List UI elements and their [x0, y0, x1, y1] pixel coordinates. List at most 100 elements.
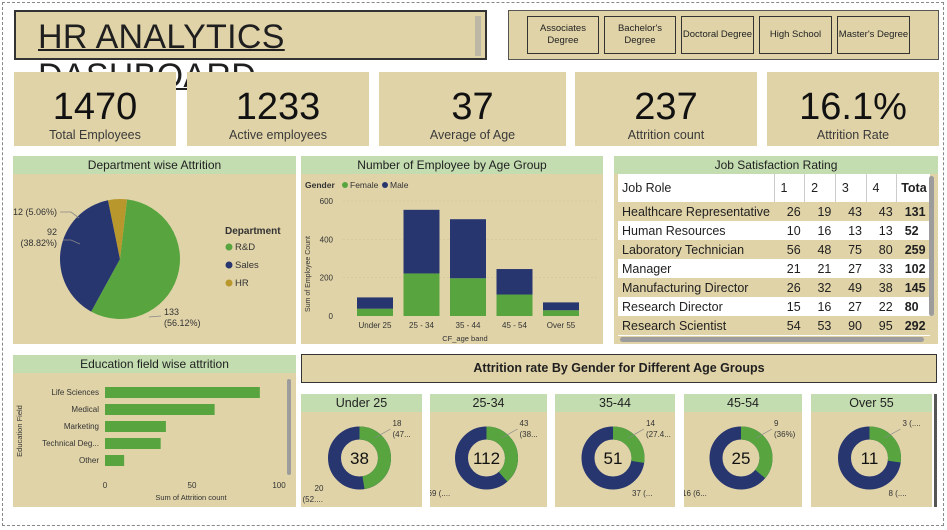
pie-label-sales-value: 92 [47, 227, 57, 237]
edu-bar-1[interactable] [105, 404, 215, 415]
cell-total: 145 [896, 278, 930, 297]
edu-bar-2[interactable] [105, 421, 166, 432]
age-x-tick: 45 - 54 [502, 321, 527, 330]
bar-male-0[interactable] [357, 297, 393, 309]
col-header-2[interactable]: 2 [804, 174, 836, 202]
donut-female-label: 9 [774, 419, 779, 428]
donut-total: 112 [473, 449, 500, 468]
age-y-tick: 0 [329, 312, 334, 321]
donut-card-title: Under 25 [301, 394, 422, 412]
legend-label-sales: Sales [235, 260, 259, 271]
donut-female-pct: (27.4... [646, 430, 671, 439]
leader-line-hr [60, 211, 80, 219]
kpi-value: 1233 [235, 86, 321, 128]
slicer-masters-degree[interactable]: Master's Degree [837, 16, 910, 54]
kpi-total-employees: 1470 Total Employees [14, 72, 176, 146]
edu-category-label: Technical Deg... [42, 439, 99, 448]
cell-rating-4: 38 [866, 278, 897, 297]
slicer-bachelors-degree[interactable]: Bachelor's Degree [604, 16, 676, 54]
kpi-average-age: 37 Average of Age [379, 72, 566, 146]
edu-x-axis-label: Sum of Attrition count [155, 493, 227, 502]
col-header-3[interactable]: 3 [834, 174, 867, 202]
legend-label-male: Male [390, 180, 409, 190]
donut-total: 25 [732, 449, 751, 468]
bar-female-1[interactable] [403, 273, 440, 316]
edu-x-tick: 50 [188, 481, 197, 490]
cell-rating-1: 15 [774, 297, 805, 316]
bar-female-4[interactable] [543, 310, 579, 316]
age-x-axis-label: CF_age band [442, 334, 487, 343]
col-header-job-role[interactable]: Job Role [618, 174, 774, 202]
age-y-tick: 200 [320, 274, 334, 283]
table-row: Human Resources 10 16 13 13 52 [618, 221, 930, 240]
bar-female-0[interactable] [357, 308, 393, 316]
cell-rating-2: 16 [804, 297, 836, 316]
donut-male-label: 8 (.... [889, 489, 907, 498]
edu-bar-0[interactable] [105, 387, 260, 398]
edu-bar-4[interactable] [105, 455, 125, 466]
age-x-tick: Over 55 [547, 321, 576, 330]
legend-item-sales: Sales [225, 260, 259, 271]
job-satisfaction-table-wrap: Job Role 1 2 3 4 Tota Healthcare Represe… [618, 174, 930, 336]
leader-line-rnd [148, 315, 162, 318]
age-legend-female: Female [342, 180, 379, 190]
age-y-tick: 400 [320, 235, 334, 244]
edu-y-axis-label: Education Field [15, 405, 24, 457]
donut-chart: 38 18 (47... 20 (52.... [303, 419, 411, 504]
cell-rating-3: 49 [835, 278, 867, 297]
job-satisfaction-table: Job Role 1 2 3 4 Tota Healthcare Represe… [618, 174, 930, 335]
donut-male-label: 16 (6... [684, 489, 707, 498]
donut-male-label: 37 (... [632, 489, 652, 498]
gender-attrition-header: Attrition rate By Gender for Different A… [301, 354, 937, 383]
legend-label-rnd: R&D [235, 242, 255, 253]
cell-job-role: Laboratory Technician [618, 240, 774, 259]
donut-chart: 112 43 (38... 69 (.... [430, 419, 538, 498]
table-row: Research Director 15 16 27 22 80 [618, 297, 930, 316]
legend-dot-female [342, 182, 348, 188]
col-header-1[interactable]: 1 [773, 174, 805, 202]
bar-male-4[interactable] [543, 302, 579, 311]
cell-total: 102 [896, 259, 930, 278]
donut-female-label: 18 [393, 419, 402, 428]
edu-bar-3[interactable] [105, 438, 161, 449]
kpi-active-employees: 1233 Active employees [187, 72, 369, 146]
bar-female-2[interactable] [450, 278, 486, 316]
pie-label-rnd-value: 133 [164, 307, 179, 317]
kpi-value: 1470 [52, 86, 138, 128]
table-horizontal-scrollbar[interactable] [620, 337, 924, 342]
legend-dot-hr [225, 279, 233, 287]
bar-male-3[interactable] [496, 269, 533, 295]
kpi-label: Total Employees [49, 128, 141, 142]
donut-row-scrollbar[interactable] [934, 394, 937, 507]
col-header-4[interactable]: 4 [865, 174, 897, 202]
edu-category-label: Life Sciences [51, 388, 99, 397]
donut-female-pct: (47... [393, 430, 411, 439]
slicer-high-school[interactable]: High School [759, 16, 832, 54]
table-vertical-scrollbar[interactable] [929, 176, 934, 316]
cell-rating-4: 43 [866, 202, 897, 221]
age-group-chart: Gender Female Male Sum of Employee Count… [305, 180, 597, 343]
cell-rating-3: 75 [835, 240, 867, 259]
donut-total: 51 [604, 449, 623, 468]
legend-dot-rnd [225, 243, 233, 251]
table-row: Manager 21 21 27 33 102 [618, 259, 930, 278]
bar-male-2[interactable] [450, 219, 486, 279]
bar-male-1[interactable] [403, 209, 440, 274]
edu-scrollbar[interactable] [287, 379, 291, 475]
slicer-associates-degree[interactable]: Associates Degree [527, 16, 599, 54]
cell-rating-1: 56 [774, 240, 805, 259]
donut-card-4: Over 55 11 3 (.... 8 (.... [811, 394, 932, 507]
col-header-total[interactable]: Tota [896, 174, 930, 202]
cell-total: 292 [896, 316, 930, 335]
education-attrition-panel: Education field wise attrition Education… [13, 355, 296, 507]
bar-female-3[interactable] [496, 294, 533, 316]
slicer-doctoral-degree[interactable]: Doctoral Degree [681, 16, 754, 54]
age-x-tick: Under 25 [359, 321, 392, 330]
kpi-value: 237 [634, 86, 698, 128]
education-bar-chart: Education Field Life Sciences Medical Mark… [15, 387, 286, 502]
education-slicer: Associates Degree Bachelor's Degree Doct… [508, 10, 939, 60]
kpi-label: Attrition count [627, 128, 705, 142]
age-legend-title: Gender [305, 180, 335, 190]
cell-rating-2: 19 [804, 202, 836, 221]
title-box: HR ANALYTICS DASHBOARD [14, 10, 487, 95]
